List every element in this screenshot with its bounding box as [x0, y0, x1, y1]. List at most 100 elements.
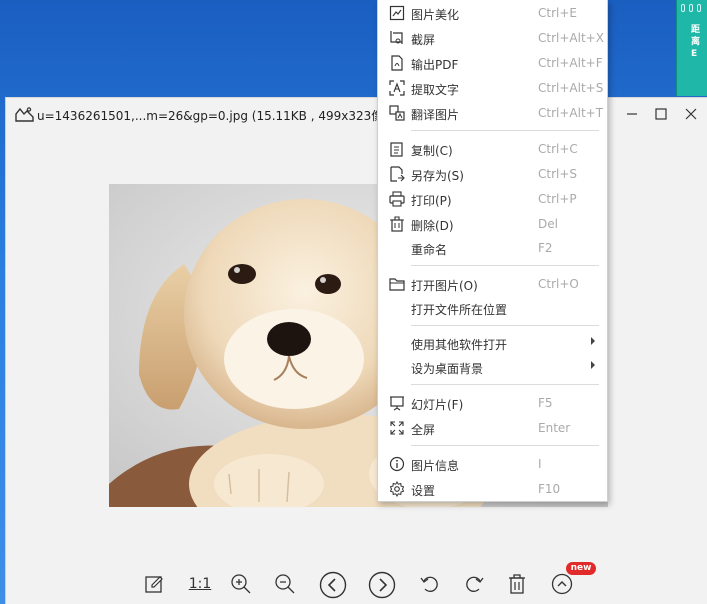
screenshot-icon	[390, 31, 403, 44]
info-icon	[389, 456, 405, 472]
desktop-sticky-widget[interactable]: 距离 E	[676, 0, 707, 96]
menu-item-shortcut: F10	[538, 482, 561, 496]
menu-divider	[411, 384, 599, 385]
menu-divider	[411, 325, 599, 326]
menu-item-rename[interactable]: 重命名 F2	[378, 236, 607, 260]
actual-size-label: 1:1	[188, 576, 212, 592]
rotate-left-icon	[420, 576, 438, 592]
menu-item-fullscreen[interactable]: 全屏 Enter	[378, 416, 607, 440]
pdf-icon	[391, 55, 403, 71]
menu-item-shortcut: Ctrl+O	[538, 277, 579, 291]
rotate-right-icon	[466, 576, 484, 592]
note-text: 距离 E	[691, 25, 701, 59]
menu-item-open-with[interactable]: 使用其他软件打开	[378, 331, 607, 355]
submenu-arrow-icon	[591, 361, 595, 369]
actual-size-button[interactable]: 1:1	[185, 571, 215, 597]
menu-item-label: 图片信息	[411, 459, 460, 473]
rotate-left-button[interactable]	[417, 571, 443, 597]
next-image-button[interactable]	[368, 571, 396, 599]
copy-icon	[390, 142, 403, 157]
menu-item-screenshot[interactable]: 截屏 Ctrl+Alt+X	[378, 26, 607, 50]
ring-decoration	[681, 4, 685, 12]
folder-icon	[389, 278, 405, 291]
menu-item-label: 使用其他软件打开	[411, 338, 508, 352]
zoom-out-icon	[275, 574, 295, 594]
previous-image-button[interactable]	[319, 571, 347, 599]
ocr-icon	[389, 80, 405, 96]
menu-item-label: 幻灯片(F)	[411, 398, 464, 412]
menu-divider	[411, 265, 599, 266]
menu-item-label: 另存为(S)	[411, 169, 464, 183]
menu-item-open-location[interactable]: 打开文件所在位置	[378, 296, 607, 320]
menu-item-shortcut: Enter	[538, 421, 571, 435]
menu-item-label: 重命名	[411, 243, 448, 257]
ring-decoration	[689, 4, 693, 12]
menu-item-label: 截屏	[411, 33, 436, 47]
menu-item-delete[interactable]: 删除(D) Del	[378, 212, 607, 236]
menu-item-label: 设置	[411, 484, 436, 498]
edit-icon	[145, 576, 163, 593]
menu-item-label: 提取文字	[411, 83, 460, 97]
beautify-icon	[389, 5, 405, 21]
zoom-in-icon	[231, 574, 251, 594]
menu-item-shortcut: Ctrl+Alt+S	[538, 81, 604, 95]
chevron-right-circle-icon	[368, 571, 396, 599]
menu-item-shortcut: Ctrl+Alt+T	[538, 106, 604, 120]
menu-item-copy[interactable]: 复制(C) Ctrl+C	[378, 137, 607, 161]
menu-item-image-info[interactable]: 图片信息 I	[378, 452, 607, 476]
context-menu: 图片美化 Ctrl+E 截屏 Ctrl+Alt+X 输出PDF Ctrl+Alt…	[377, 0, 608, 502]
menu-item-shortcut: F5	[538, 396, 553, 410]
menu-item-open-image[interactable]: 打开图片(O) Ctrl+O	[378, 272, 607, 296]
delete-button[interactable]	[504, 571, 530, 597]
edit-button[interactable]	[141, 571, 167, 597]
menu-item-label: 打印(P)	[411, 194, 452, 208]
menu-item-export-pdf[interactable]: 输出PDF Ctrl+Alt+F	[378, 51, 607, 75]
menu-item-shortcut: Ctrl+E	[538, 6, 577, 20]
menu-item-label: 打开图片(O)	[411, 279, 478, 293]
maximize-icon	[655, 108, 667, 120]
rotate-right-button[interactable]	[461, 571, 487, 597]
menu-item-shortcut: Ctrl+C	[538, 142, 578, 156]
menu-item-label: 复制(C)	[411, 144, 453, 158]
menu-item-label: 输出PDF	[411, 58, 459, 72]
gear-icon	[389, 481, 405, 497]
menu-item-save-as[interactable]: 另存为(S) Ctrl+S	[378, 162, 607, 186]
chevron-left-circle-icon	[319, 571, 347, 599]
translate-icon	[389, 105, 405, 121]
slideshow-icon	[390, 396, 404, 411]
menu-item-label: 打开文件所在位置	[411, 303, 508, 317]
ring-decoration	[697, 4, 701, 12]
menu-divider	[411, 130, 599, 131]
menu-item-shortcut: Del	[538, 217, 558, 231]
minimize-icon	[627, 113, 637, 115]
zoom-in-button[interactable]	[228, 571, 254, 597]
menu-item-shortcut: I	[538, 457, 542, 471]
menu-item-label: 图片美化	[411, 8, 460, 22]
close-icon	[685, 108, 697, 120]
menu-item-shortcut: Ctrl+P	[538, 192, 577, 206]
menu-item-label: 设为桌面背景	[411, 362, 484, 376]
save-as-icon	[390, 166, 405, 182]
maximize-button[interactable]	[652, 105, 670, 123]
menu-divider	[411, 445, 599, 446]
window-title: u=1436261501,...m=26&gp=0.jpg (15.11KB ,…	[37, 109, 400, 123]
menu-item-set-wallpaper[interactable]: 设为桌面背景	[378, 355, 607, 379]
close-button[interactable]	[682, 105, 700, 123]
image-app-icon	[15, 107, 34, 122]
menu-item-shortcut: F2	[538, 241, 553, 255]
menu-item-shortcut: Ctrl+S	[538, 167, 578, 181]
menu-item-extract-text[interactable]: 提取文字 Ctrl+Alt+S	[378, 76, 607, 100]
menu-item-slideshow[interactable]: 幻灯片(F) F5	[378, 391, 607, 415]
new-badge: new	[566, 562, 596, 575]
menu-item-label: 删除(D)	[411, 219, 454, 233]
menu-item-beautify[interactable]: 图片美化 Ctrl+E	[378, 1, 607, 25]
zoom-out-button[interactable]	[272, 571, 298, 597]
menu-item-translate[interactable]: 翻译图片 Ctrl+Alt+T	[378, 101, 607, 125]
chevron-up-circle-icon	[551, 573, 573, 595]
menu-item-print[interactable]: 打印(P) Ctrl+P	[378, 187, 607, 211]
menu-item-settings[interactable]: 设置 F10	[378, 477, 607, 501]
fullscreen-icon	[390, 421, 404, 435]
minimize-button[interactable]	[623, 105, 641, 123]
menu-item-label: 全屏	[411, 423, 436, 437]
trash-icon	[390, 216, 404, 232]
